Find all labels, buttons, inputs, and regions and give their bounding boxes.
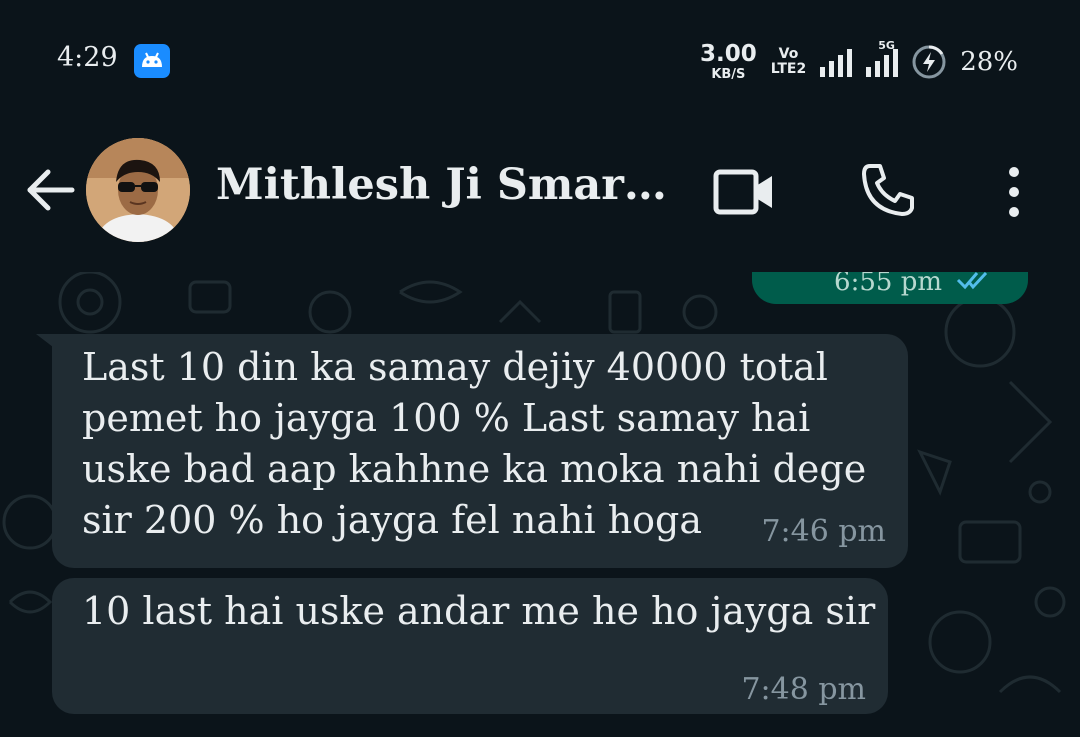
message-text: 10 last hai uske andar me he ho jayga si… [82, 589, 876, 633]
signal-5g-group: 5G [866, 39, 899, 77]
network-speed: 3.00 KB/S [699, 41, 757, 82]
back-arrow-icon[interactable] [24, 164, 76, 216]
top-app-area: 4:29 3.00 KB/S Vo LTE2 5G 28% Mithlesh J… [0, 0, 1080, 272]
incoming-message[interactable]: 10 last hai uske andar me he ho jayga si… [52, 578, 888, 714]
network-speed-unit: KB/S [711, 67, 746, 82]
lte-label: LTE2 [770, 61, 807, 77]
battery-saver-icon [912, 45, 946, 79]
double-check-icon [956, 272, 988, 290]
volte-label: Vo [778, 45, 799, 62]
incoming-message[interactable]: Last 10 din ka samay dejiy 40000 total p… [36, 334, 908, 568]
signal-strength-icon [820, 47, 853, 77]
message-text: Last 10 din ka samay dejiy 40000 total p… [82, 345, 867, 542]
android-notification-icon [134, 44, 170, 78]
outgoing-message-partial[interactable]: 6:55 pm [752, 272, 1028, 304]
status-time: 4:29 [57, 42, 118, 73]
chat-conversation[interactable]: 6:55 pm Last 10 din ka samay dejiy 40000… [0, 272, 1080, 737]
contact-avatar[interactable] [86, 138, 190, 242]
video-call-icon[interactable] [712, 166, 776, 218]
status-indicators: 3.00 KB/S Vo LTE2 5G 28% [699, 39, 1018, 84]
message-time: 7:48 pm [741, 672, 866, 707]
bubble-tail [36, 334, 70, 360]
network-speed-value: 3.00 [699, 41, 757, 67]
voice-call-icon[interactable] [858, 160, 918, 220]
message-time: 7:46 pm [761, 514, 886, 549]
message-time: 6:55 pm [834, 272, 942, 297]
network-type-label: 5G [878, 39, 895, 52]
volte-indicator: Vo LTE2 [770, 45, 807, 78]
more-options-icon[interactable] [1000, 164, 1028, 220]
contact-name[interactable]: Mithlesh Ji Smart D... [216, 160, 676, 210]
battery-percent: 28% [960, 47, 1018, 77]
